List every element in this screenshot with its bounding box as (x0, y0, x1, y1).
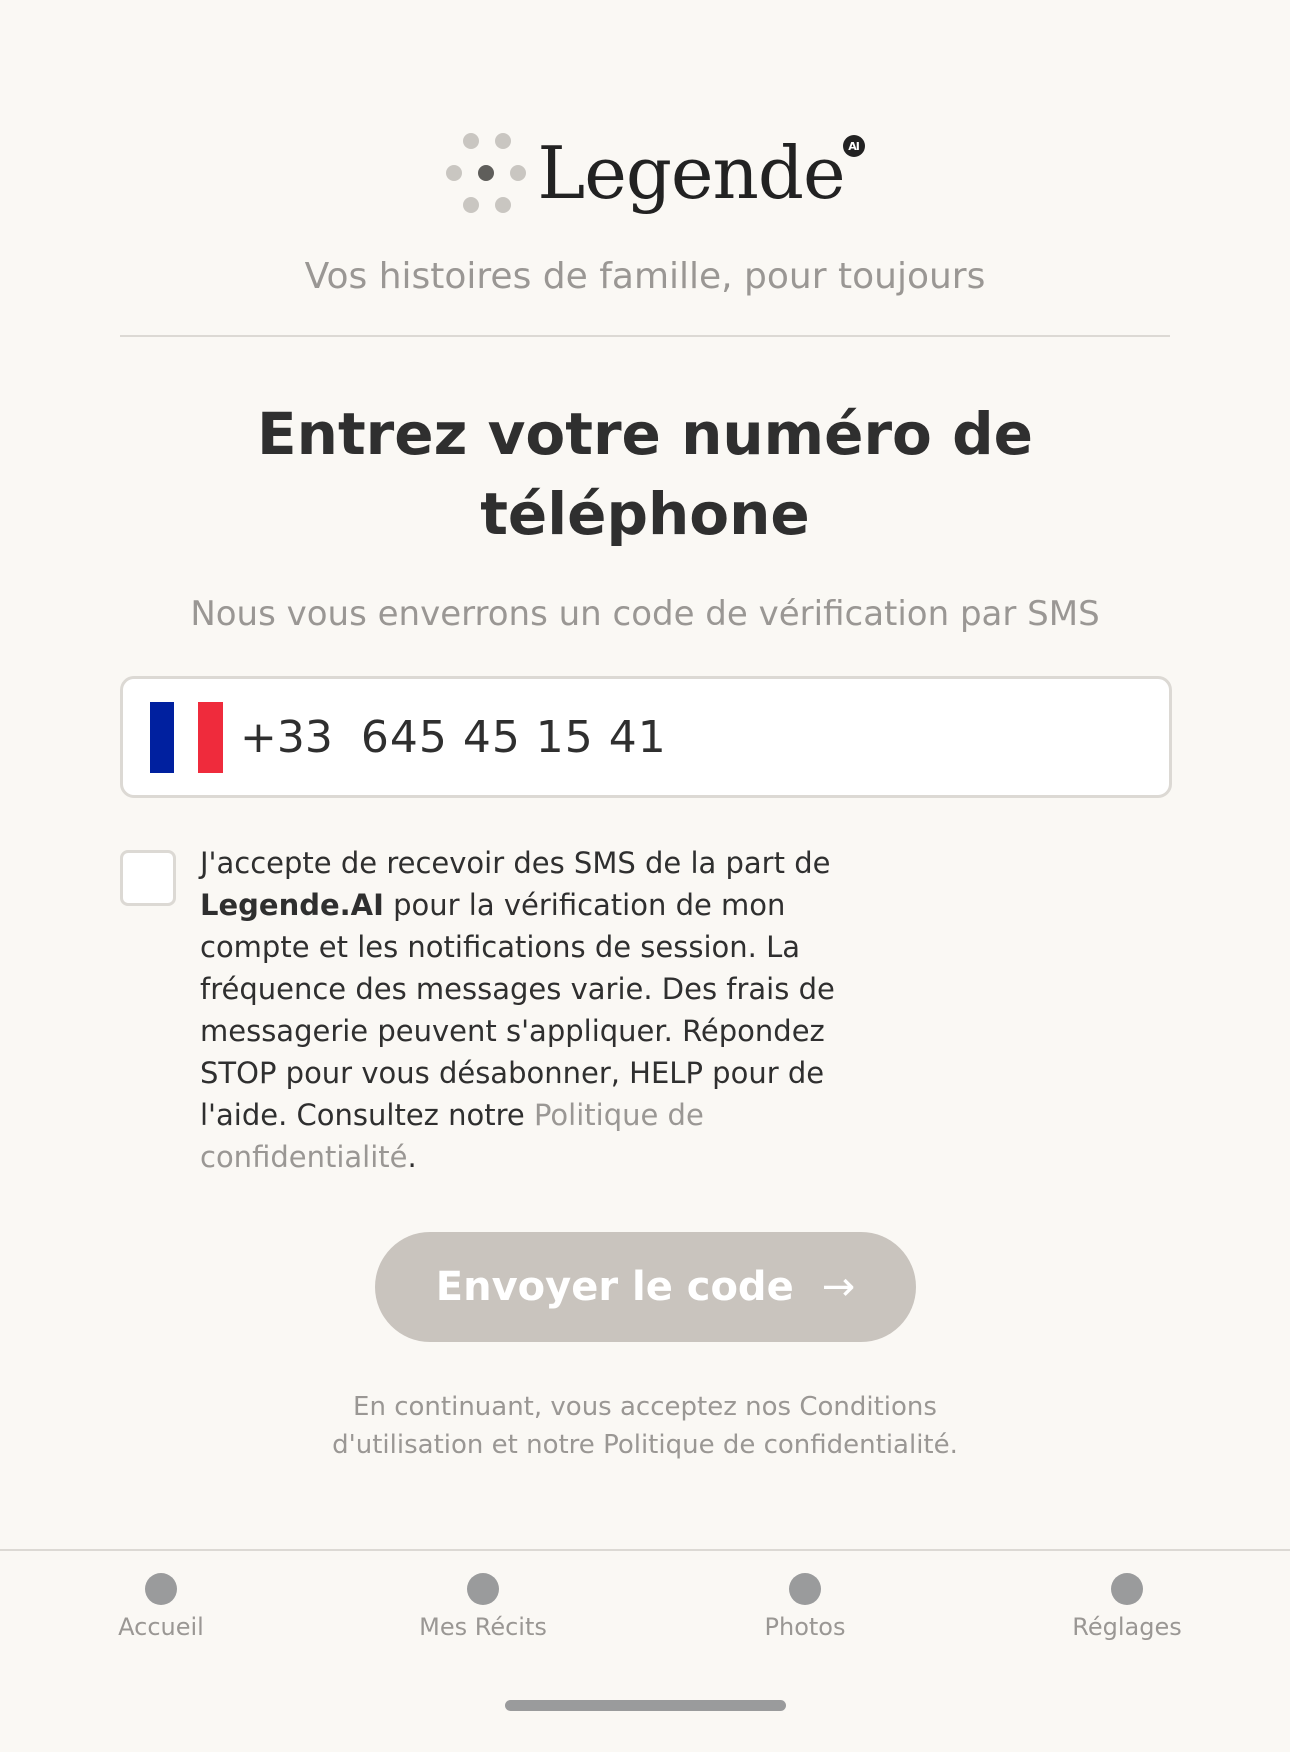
logo-dots-icon (445, 133, 527, 213)
home-indicator[interactable] (505, 1700, 786, 1711)
phone-number-field[interactable]: +33 645 45 15 41 (120, 676, 1172, 798)
tab-label: Accueil (118, 1613, 204, 1641)
tab-label: Photos (764, 1613, 846, 1641)
country-dial-code[interactable]: +33 (240, 712, 333, 763)
divider (120, 335, 1170, 337)
tagline: Vos histoires de famille, pour toujours (304, 256, 986, 297)
legal-notice: En continuant, vous acceptez nos Conditi… (0, 1388, 1290, 1464)
tab-reglages[interactable]: Réglages (1027, 1573, 1227, 1641)
tab-label: Mes Récits (419, 1613, 547, 1641)
arrow-right-icon: → (821, 1264, 856, 1310)
tab-photos[interactable]: Photos (705, 1573, 905, 1641)
home-tab-icon (145, 1573, 177, 1605)
settings-tab-icon (1111, 1573, 1143, 1605)
send-code-button[interactable]: Envoyer le code → (375, 1232, 916, 1342)
tab-mes-recits[interactable]: Mes Récits (383, 1573, 583, 1641)
bottom-tab-bar: Accueil Mes Récits Photos Réglages (0, 1549, 1290, 1752)
legal-line-2: d'utilisation et notre Politique de conf… (332, 1430, 958, 1460)
photos-tab-icon (789, 1573, 821, 1605)
ai-badge: AI (842, 135, 865, 157)
page-subtitle: Nous vous enverrons un code de vérificat… (190, 594, 1100, 634)
app-logo: Legende AI (0, 128, 1290, 218)
legal-line-1: En continuant, vous acceptez nos Conditi… (353, 1392, 937, 1422)
sms-consent-checkbox[interactable] (120, 850, 176, 906)
consent-brand: Legende.AI (200, 888, 384, 922)
sms-consent-text: J'accepte de recevoir des SMS de la part… (200, 846, 835, 1174)
tab-label: Réglages (1072, 1613, 1182, 1641)
stories-tab-icon (467, 1573, 499, 1605)
france-flag-icon[interactable] (150, 701, 223, 773)
tab-accueil[interactable]: Accueil (61, 1573, 261, 1641)
phone-number-input[interactable]: 645 45 15 41 (361, 712, 667, 763)
send-code-label: Envoyer le code (435, 1264, 794, 1310)
logo-wordmark: Legende AI (537, 135, 865, 209)
page-title: Entrez votre numéro de téléphone (257, 400, 1033, 548)
brand-name: Legende (537, 131, 845, 215)
